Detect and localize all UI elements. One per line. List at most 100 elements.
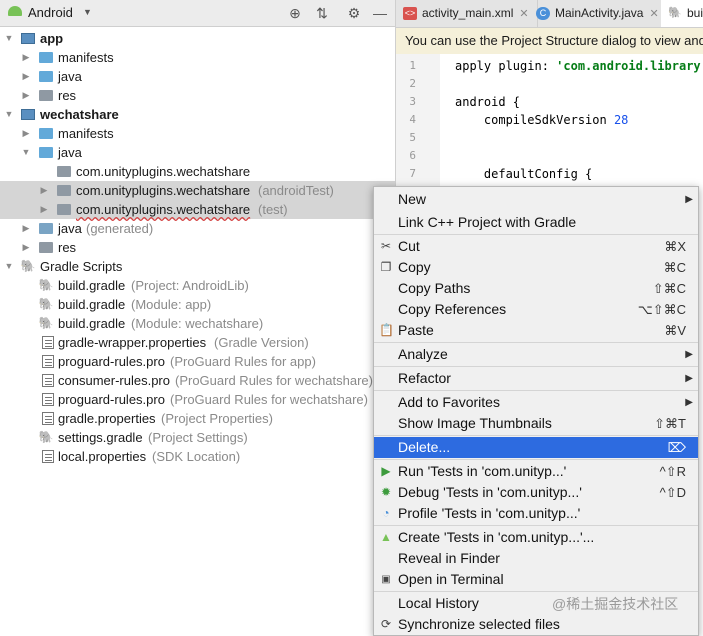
menu-item-paste[interactable]: 📋 Paste ⌘V bbox=[374, 320, 698, 341]
tab-build-gradle[interactable]: 🐘 bui bbox=[661, 0, 703, 27]
line-number: 1 bbox=[409, 59, 416, 72]
menu-item-label: Create 'Tests in 'com.unityp...'... bbox=[398, 529, 595, 545]
tree-item-proguard-app[interactable]: proguard-rules.pro (ProGuard Rules for a… bbox=[0, 352, 395, 371]
tree-item-package[interactable]: com.unityplugins.wechatshare bbox=[0, 162, 395, 181]
tree-item-suffix: (Project Properties) bbox=[161, 411, 273, 426]
properties-file-icon bbox=[42, 412, 54, 425]
tree-item-label: settings.gradle bbox=[58, 430, 143, 445]
module-icon bbox=[21, 33, 35, 44]
collapse-arrow-icon[interactable]: ▶ bbox=[21, 86, 31, 105]
tree-item-java[interactable]: ▼ java bbox=[0, 143, 395, 162]
view-selector[interactable]: Android bbox=[28, 5, 73, 20]
menu-item-delete[interactable]: Delete... ⌦ bbox=[374, 437, 698, 458]
menu-item-label: Link C++ Project with Gradle bbox=[398, 214, 577, 230]
collapse-icon[interactable]: ⇅ bbox=[312, 3, 332, 23]
submenu-arrow-icon: ▶ bbox=[685, 194, 693, 205]
collapse-arrow-icon[interactable]: ▶ bbox=[21, 219, 31, 238]
package-icon bbox=[57, 166, 71, 177]
tab-label: MainActivity.java bbox=[555, 6, 644, 20]
menu-item-analyze[interactable]: Analyze ▶ bbox=[374, 344, 698, 365]
code-text: apply plugin: bbox=[455, 59, 557, 73]
tree-item-java[interactable]: ▶ java bbox=[0, 67, 395, 86]
tree-item-label: res bbox=[58, 240, 77, 255]
menu-item-copy-references[interactable]: Copy References ⌥⇧⌘C bbox=[374, 299, 698, 320]
menu-item-debug-tests[interactable]: ✹ Debug 'Tests in 'com.unityp...' ^⇧D bbox=[374, 482, 698, 503]
menu-item-copy-paths[interactable]: Copy Paths ⇧⌘C bbox=[374, 278, 698, 299]
expand-arrow-icon[interactable]: ▼ bbox=[4, 29, 14, 48]
code-line[interactable]: defaultConfig { bbox=[455, 165, 592, 183]
expand-arrow-icon[interactable]: ▼ bbox=[4, 105, 14, 124]
android-icon bbox=[8, 6, 22, 16]
code-line[interactable]: android { bbox=[455, 93, 520, 111]
tree-item-label: com.unityplugins.wechatshare bbox=[76, 202, 251, 217]
project-toolbar: Android ▼ ⊕ ⇅ ⚙ — bbox=[0, 0, 395, 27]
collapse-arrow-icon[interactable]: ▶ bbox=[21, 48, 31, 67]
menu-item-show-thumbnails[interactable]: Show Image Thumbnails ⇧⌘T bbox=[374, 413, 698, 434]
menu-item-link-cpp[interactable]: Link C++ Project with Gradle bbox=[374, 212, 698, 233]
tree-item-res[interactable]: ▶ res bbox=[0, 86, 395, 105]
tree-item-gradle-wrapper[interactable]: gradle-wrapper.properties (Gradle Versio… bbox=[0, 333, 395, 352]
menu-item-run-tests[interactable]: ▶ Run 'Tests in 'com.unityp...' ^⇧R bbox=[374, 461, 698, 482]
tree-item-gradle-properties[interactable]: gradle.properties (Project Properties) bbox=[0, 409, 395, 428]
tree-item-label: java bbox=[58, 69, 82, 84]
menu-item-new[interactable]: New ▶ bbox=[374, 189, 698, 210]
tree-item-build-gradle[interactable]: 🐘 build.gradle (Project: AndroidLib) bbox=[0, 276, 395, 295]
menu-separator bbox=[374, 525, 698, 526]
collapse-arrow-icon[interactable]: ▶ bbox=[39, 181, 49, 200]
menu-item-add-to-favorites[interactable]: Add to Favorites ▶ bbox=[374, 392, 698, 413]
menu-item-open-in-terminal[interactable]: ▣ Open in Terminal bbox=[374, 569, 698, 590]
tree-item-local-properties[interactable]: local.properties (SDK Location) bbox=[0, 447, 395, 466]
code-line[interactable]: apply plugin: 'com.android.library' bbox=[455, 57, 703, 75]
close-icon[interactable]: ✕ bbox=[519, 8, 528, 20]
menu-item-synchronize[interactable]: ⟳ Synchronize selected files bbox=[374, 614, 698, 635]
collapse-arrow-icon[interactable]: ▶ bbox=[39, 200, 49, 219]
gear-icon[interactable]: ⚙ bbox=[344, 3, 364, 23]
properties-file-icon bbox=[42, 336, 54, 349]
android-icon: ▲ bbox=[380, 530, 392, 544]
tree-item-wechatshare[interactable]: ▼ wechatshare bbox=[0, 105, 395, 124]
expand-arrow-icon[interactable]: ▼ bbox=[4, 257, 14, 276]
menu-separator bbox=[374, 459, 698, 460]
tree-item-gradle-scripts[interactable]: ▼ 🐘 Gradle Scripts bbox=[0, 257, 395, 276]
tree-item-java-generated[interactable]: ▶ java (generated) bbox=[0, 219, 395, 238]
collapse-arrow-icon[interactable]: ▶ bbox=[21, 238, 31, 257]
tree-item-consumer-rules[interactable]: consumer-rules.pro (ProGuard Rules for w… bbox=[0, 371, 395, 390]
java-class-icon: C bbox=[536, 7, 550, 20]
tree-item-app[interactable]: ▼ app bbox=[0, 29, 395, 48]
tree-item-proguard-wechatshare[interactable]: proguard-rules.pro (ProGuard Rules for w… bbox=[0, 390, 395, 409]
expand-arrow-icon[interactable]: ▼ bbox=[21, 143, 31, 162]
line-number: 7 bbox=[409, 167, 416, 180]
line-number: 2 bbox=[409, 77, 416, 90]
tree-item-package-androidtest[interactable]: ▶ com.unityplugins.wechatshare (androidT… bbox=[0, 181, 395, 200]
locate-icon[interactable]: ⊕ bbox=[285, 3, 305, 23]
collapse-arrow-icon[interactable]: ▶ bbox=[21, 67, 31, 86]
tab-main-activity[interactable]: C MainActivity.java ✕ bbox=[529, 0, 668, 27]
menu-item-cut[interactable]: ✂ Cut ⌘X bbox=[374, 236, 698, 257]
menu-item-label: Copy bbox=[398, 259, 431, 275]
tree-item-res[interactable]: ▶ res bbox=[0, 238, 395, 257]
tree-item-build-gradle[interactable]: 🐘 build.gradle (Module: app) bbox=[0, 295, 395, 314]
chevron-down-icon[interactable]: ▼ bbox=[83, 7, 92, 17]
menu-item-profile-tests[interactable]: ◔ Profile 'Tests in 'com.unityp...' bbox=[374, 503, 698, 524]
menu-item-refactor[interactable]: Refactor ▶ bbox=[374, 368, 698, 389]
menu-item-label: Synchronize selected files bbox=[398, 616, 560, 632]
code-line[interactable]: compileSdkVersion 28 bbox=[455, 111, 629, 129]
menu-item-label: Copy Paths bbox=[398, 280, 471, 296]
module-icon bbox=[21, 109, 35, 120]
menu-item-copy[interactable]: ❐ Copy ⌘C bbox=[374, 257, 698, 278]
tree-item-build-gradle[interactable]: 🐘 build.gradle (Module: wechatshare) bbox=[0, 314, 395, 333]
tree-item-manifests[interactable]: ▶ manifests bbox=[0, 124, 395, 143]
code-number: 28 bbox=[613, 113, 629, 127]
close-icon[interactable]: ✕ bbox=[649, 8, 658, 20]
tree-item-settings-gradle[interactable]: 🐘 settings.gradle (Project Settings) bbox=[0, 428, 395, 447]
properties-file-icon bbox=[42, 450, 54, 463]
tree-item-suffix: (Project: AndroidLib) bbox=[131, 278, 249, 293]
minimize-icon[interactable]: — bbox=[370, 3, 390, 23]
tree-item-package-test[interactable]: ▶ com.unityplugins.wechatshare (test) bbox=[0, 200, 395, 219]
gradle-icon: 🐘 bbox=[38, 430, 54, 444]
collapse-arrow-icon[interactable]: ▶ bbox=[21, 124, 31, 143]
tab-activity-main[interactable]: <> activity_main.xml ✕ bbox=[396, 0, 538, 27]
tree-item-manifests[interactable]: ▶ manifests bbox=[0, 48, 395, 67]
menu-item-reveal-in-finder[interactable]: Reveal in Finder bbox=[374, 548, 698, 569]
menu-item-create-tests[interactable]: ▲ Create 'Tests in 'com.unityp...'... bbox=[374, 527, 698, 548]
